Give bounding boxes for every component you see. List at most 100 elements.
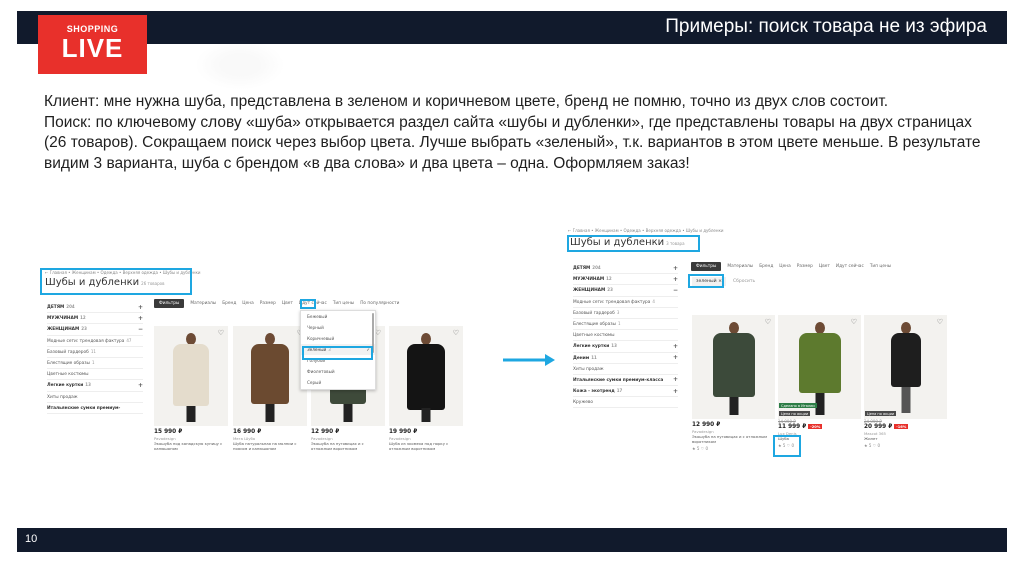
product-title[interactable]: Экошуба на пуговицах и с отложным воротн… [311,441,385,451]
filter-size[interactable]: Размер [260,301,276,306]
sidebar-item-label: Хиты продаж [47,394,80,400]
title-bar: Примеры: поиск товара не из эфира [17,11,1007,44]
expand-icon[interactable]: + [673,343,678,350]
expand-icon[interactable]: − [673,287,678,294]
sidebar-item[interactable]: Итальянские сумки премиум-класса + [573,375,678,387]
product-card[interactable]: ♡ 19 990 ₽ Pavadesign Шуба из экомеха по… [389,326,463,451]
discount-badge: -16% [894,424,909,429]
filter-brand[interactable]: Бренд [759,264,773,269]
expand-icon[interactable]: + [138,304,143,311]
product-card[interactable]: ♡ 15 990 ₽ Pavadesign Экошуба под канадс… [154,326,228,451]
rating: ★ 5 ♡ 0 [864,443,881,448]
product-title[interactable]: Жилет [864,436,947,441]
expand-icon[interactable]: + [673,276,678,283]
filter-price-type[interactable]: Тип цены [870,264,891,269]
sidebar-item[interactable]: Хиты продаж [47,392,143,403]
sidebar-item[interactable]: ЖЕНЩИНАМ 23 − [47,324,143,336]
sort-select[interactable]: По популярности [360,301,399,306]
sidebar-item-label: Модные сети: трендовая фактура 4 [573,299,655,305]
color-option[interactable]: Коричневый [301,333,375,344]
product-card[interactable]: ♡ Цена по акции 24 999 ₽ 20 999 ₽ -16% Ma… [864,315,947,448]
filters-button[interactable]: Фильтры [154,299,185,308]
color-option[interactable]: Фиолетовый [301,366,375,377]
sidebar-item[interactable]: Блестящие образы 1 [573,319,678,331]
price-row: 11 999 ₽ -20% [778,424,861,430]
product-title[interactable]: Экошуба под канадскую куницу с капюшоном [154,441,228,451]
expand-icon[interactable]: + [138,315,143,322]
product-title[interactable]: Шуба натуральная на молнии с поясом и ка… [233,441,307,451]
heart-icon[interactable]: ♡ [937,318,943,326]
filter-price[interactable]: Цена [242,301,253,306]
filter-size[interactable]: Размер [797,264,813,269]
sidebar-item-label: Блестящие образы 1 [573,321,621,327]
color-option[interactable]: Бежевый [301,311,375,322]
sidebar-item[interactable]: МУЖЧИНАМ 12 + [573,274,678,286]
expand-icon[interactable]: + [138,382,143,389]
breadcrumb[interactable]: ← Главная • Женщинам • Одежда • Верхняя … [568,228,724,233]
price: 12 990 ₽ [311,429,340,435]
filter-color[interactable]: Цвет [819,264,830,269]
sidebar-item[interactable]: Легкие куртки 13 + [573,341,678,353]
sidebar-item-text: Цветные костюмы [573,333,615,339]
sidebar-item[interactable]: Кожа - экотренд 17 + [573,386,678,398]
sidebar-item[interactable]: Блестящие образы 1 [47,358,143,370]
sidebar-item[interactable]: ДЕТЯМ 204 + [573,263,678,275]
page-number: 10 [25,533,38,545]
highlight-heading [40,268,192,295]
sidebar-item[interactable]: Цветные костюмы [47,369,143,381]
reset-filters-link[interactable]: Сбросить [733,279,755,284]
filter-brand[interactable]: Бренд [222,301,236,306]
heart-icon[interactable]: ♡ [453,329,459,337]
expand-icon[interactable]: + [673,388,678,395]
product-card[interactable]: ♡ Сделано в Италии Цена по акции 14 990 … [778,315,861,448]
screenshot-after-filter: ← Главная • Женщинам • Одежда • Верхняя … [563,225,980,487]
sidebar-item-label: Кожа - экотренд 17 [573,388,622,394]
filter-price-type[interactable]: Тип цены [333,301,354,306]
sidebar-item[interactable]: ЖЕНЩИНАМ 23 − [573,285,678,297]
sidebar-item[interactable]: Модные сети: трендовая фактура 47 [47,336,143,347]
expand-icon[interactable]: + [673,265,678,272]
sidebar-item[interactable]: Модные сети: трендовая фактура 4 [573,297,678,308]
heart-icon[interactable]: ♡ [765,318,771,326]
sidebar-item[interactable]: Цветные костюмы [573,330,678,342]
sidebar-item-label: Итальянские сумки премиум- [47,405,122,411]
sidebar-item[interactable]: Кружево [573,397,678,409]
filter-on-air[interactable]: Идут сейчас [836,264,864,269]
promo-price-badge: Цена по акции [865,411,897,416]
filters-button[interactable]: Фильтры [691,262,722,271]
expand-icon[interactable]: + [673,354,678,361]
filter-materials[interactable]: Материалы [190,301,216,306]
sidebar-item-label: Цветные костюмы [573,332,617,338]
color-option-label: Коричневый [307,336,336,341]
expand-icon[interactable]: − [138,326,143,333]
rating: ★ 5 ♡ 0 [692,446,709,451]
sidebar-item-text: ЖЕНЩИНАМ [573,288,606,294]
sidebar-item[interactable]: Базовый гардероб 11 [47,347,143,358]
sidebar-item[interactable]: Базовый гардероб 3 [573,308,678,319]
filter-materials[interactable]: Материалы [727,264,753,269]
product-card[interactable]: ♡ 16 990 ₽ Мега Шуба Шуба натуральная на… [233,326,307,451]
sidebar-item[interactable]: ДЕТЯМ 204 + [47,302,143,314]
sidebar-item[interactable]: МУЖЧИНАМ 12 + [47,313,143,325]
sidebar-item-count: 23 [607,287,613,293]
filter-price[interactable]: Цена [779,264,790,269]
sidebar-item[interactable]: Легкие куртки 13 + [47,380,143,392]
color-option-text: Черный [307,325,324,330]
sidebar-item-label: ЖЕНЩИНАМ 23 [47,326,87,332]
sidebar-item[interactable]: Итальянские сумки премиум- [47,403,143,414]
filter-color[interactable]: Цвет [282,301,293,306]
product-title[interactable]: Шуба из экомеха под норку с отложным вор… [389,441,463,451]
heart-icon[interactable]: ♡ [851,318,857,326]
sidebar-item[interactable]: Деним 11 + [573,353,678,364]
sidebar-item-text: Легкие куртки [47,383,84,389]
heart-icon[interactable]: ♡ [218,329,224,337]
sidebar-item-count: 23 [81,326,87,332]
sidebar-item[interactable]: Хиты продаж [573,364,678,375]
sidebar-item-text: МУЖЧИНАМ [573,277,605,283]
expand-icon[interactable]: + [673,376,678,383]
color-option[interactable]: Черный [301,322,375,333]
product-title[interactable]: Экошуба на пуговицах и с отложным воротн… [692,434,775,444]
sidebar-item-label: Легкие куртки 13 [47,382,91,388]
product-card[interactable]: ♡ 12 990 ₽ Pavadesign Экошуба на пуговиц… [692,315,775,451]
color-option[interactable]: Серый [301,377,375,388]
